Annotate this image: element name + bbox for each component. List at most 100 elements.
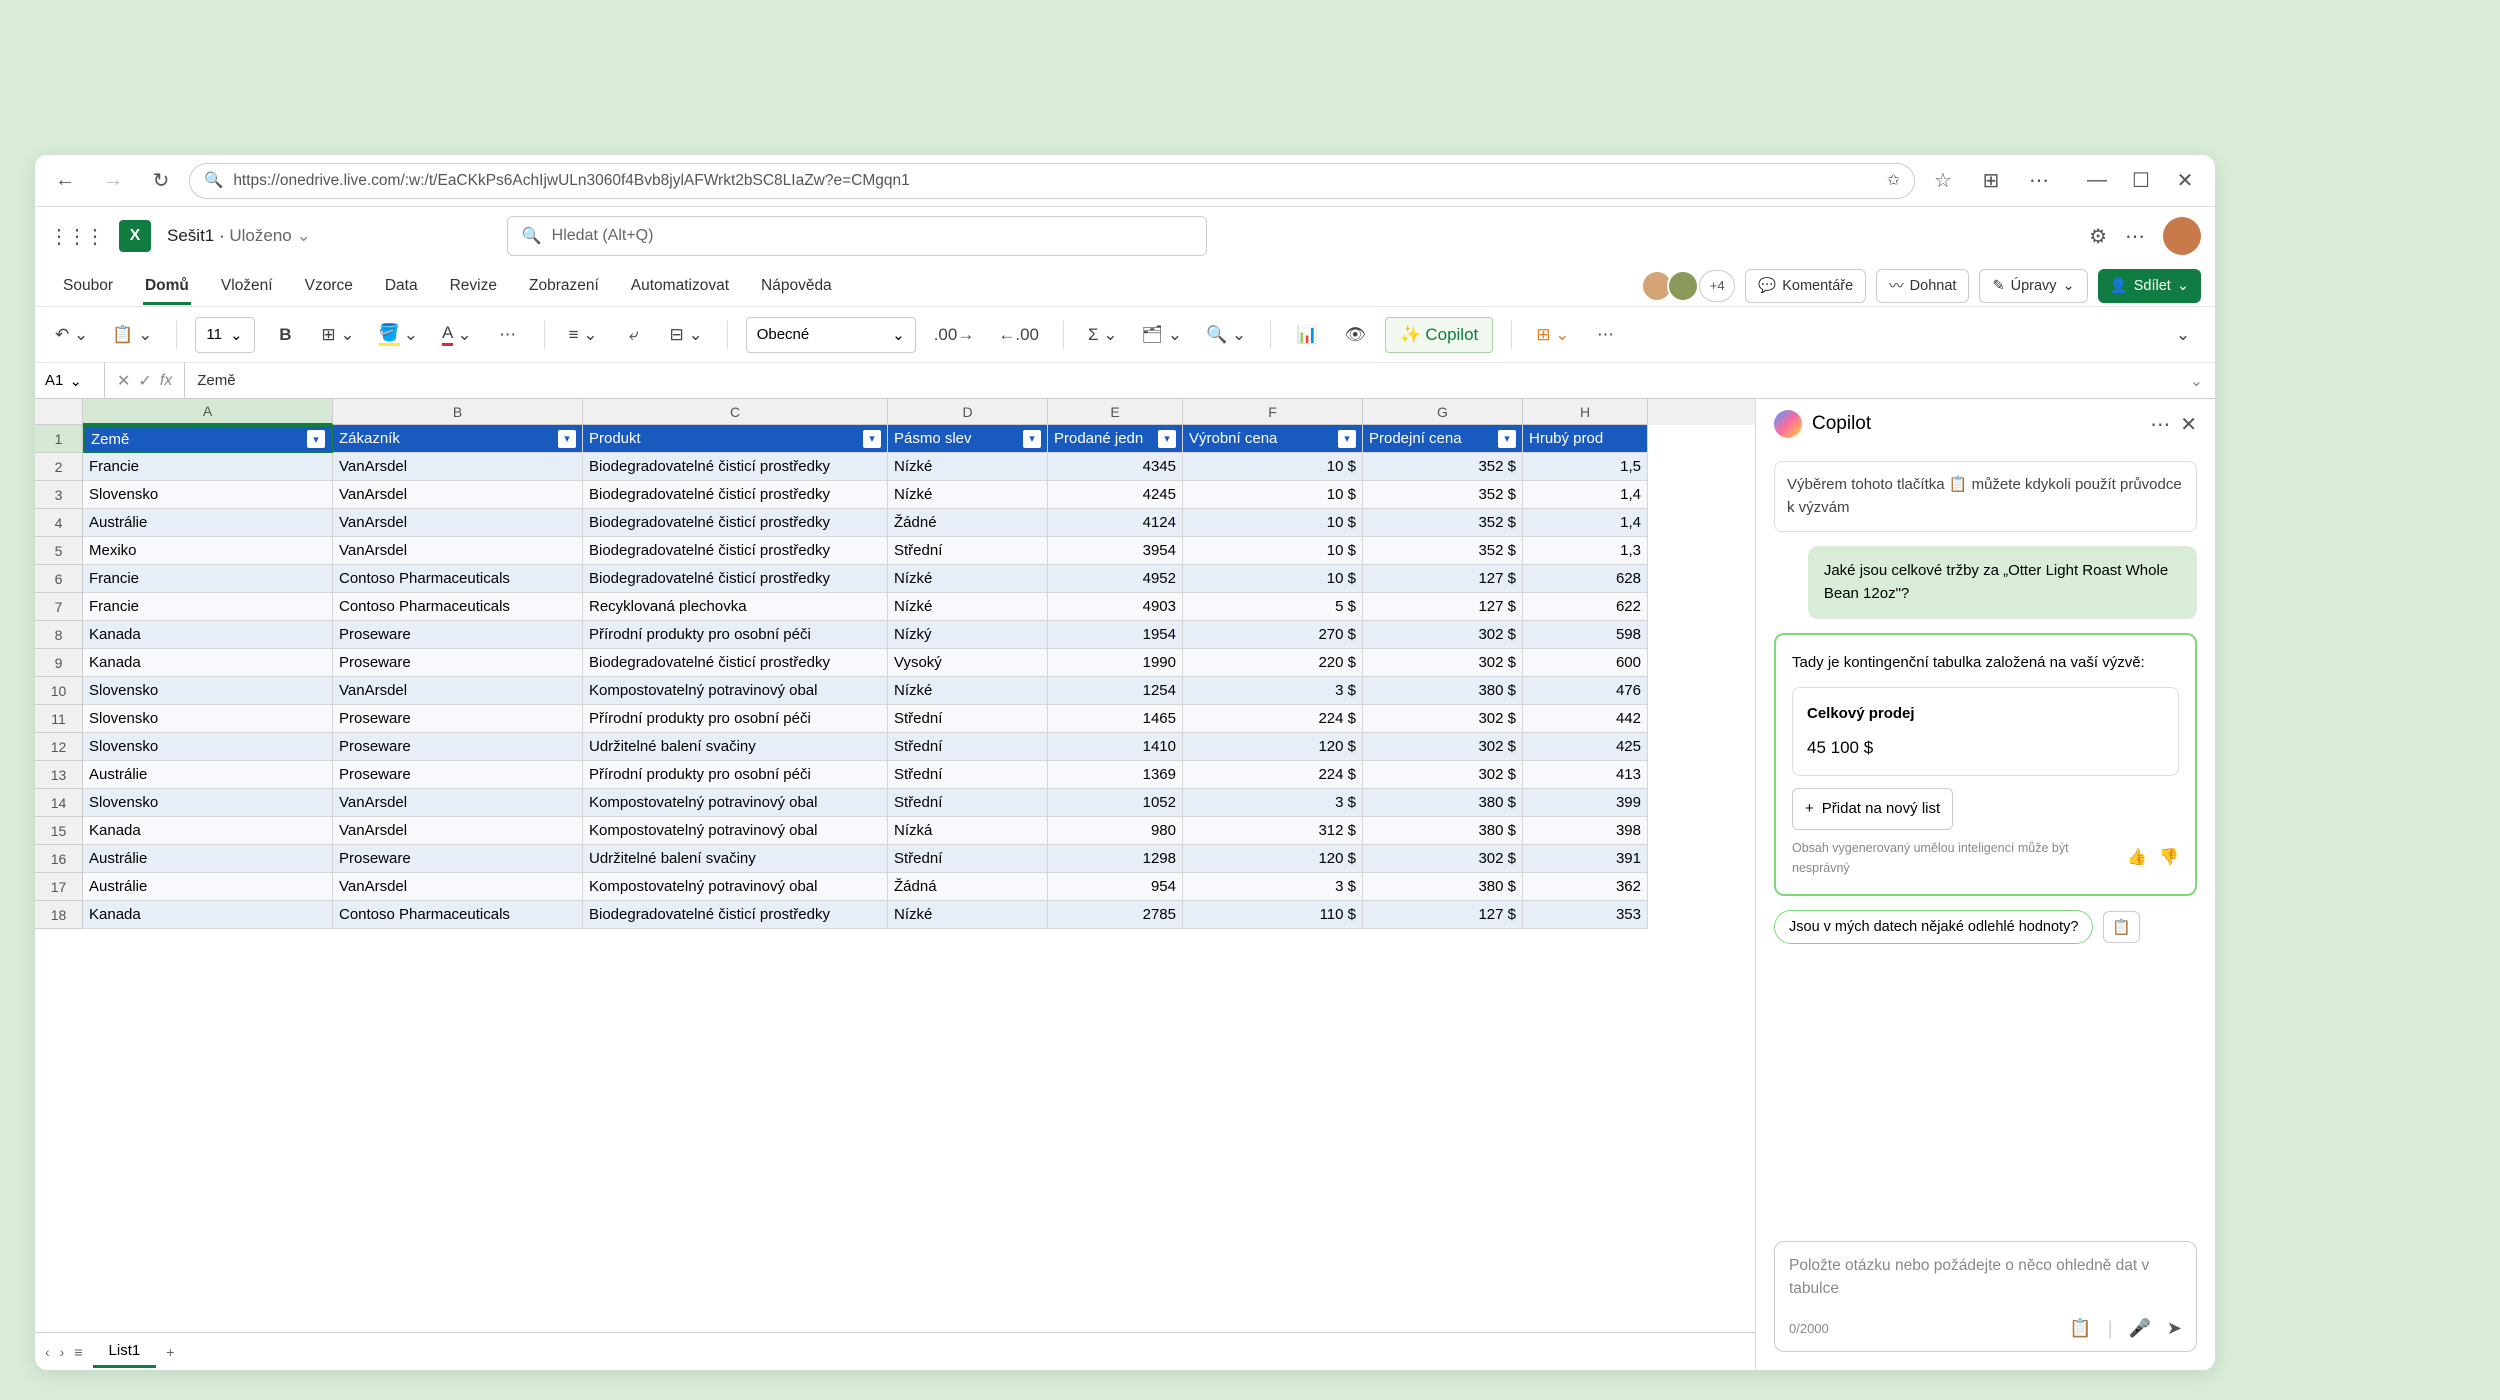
cell[interactable]: VanArsdel xyxy=(333,509,583,537)
borders-button[interactable]: ⊞ ⌄ xyxy=(315,317,360,353)
cell[interactable]: Contoso Pharmaceuticals xyxy=(333,565,583,593)
cell[interactable]: 270 $ xyxy=(1183,621,1363,649)
header-cell[interactable]: Prodané jedn▾ xyxy=(1048,425,1183,453)
cell[interactable]: Nízké xyxy=(888,901,1048,929)
cell[interactable]: VanArsdel xyxy=(333,677,583,705)
cell[interactable]: Slovensko xyxy=(83,789,333,817)
cell[interactable]: Austrálie xyxy=(83,845,333,873)
forward-button[interactable]: → xyxy=(93,161,133,201)
cell[interactable]: Nízké xyxy=(888,565,1048,593)
cell[interactable]: Kanada xyxy=(83,621,333,649)
cell[interactable]: 1954 xyxy=(1048,621,1183,649)
cell[interactable]: 127 $ xyxy=(1363,593,1523,621)
cell[interactable]: 10 $ xyxy=(1183,565,1363,593)
filter-icon[interactable]: ▾ xyxy=(863,430,881,448)
cell[interactable]: 442 xyxy=(1523,705,1648,733)
cell[interactable]: VanArsdel xyxy=(333,453,583,481)
favorites-icon[interactable]: ☆ xyxy=(1923,161,1963,201)
cell[interactable]: 1990 xyxy=(1048,649,1183,677)
undo-button[interactable]: ↶ ⌄ xyxy=(49,317,94,353)
filter-icon[interactable]: ▾ xyxy=(1023,430,1041,448)
sheet-tab[interactable]: List1 xyxy=(93,1336,157,1368)
cell[interactable]: 302 $ xyxy=(1363,705,1523,733)
next-sheet-button[interactable]: › xyxy=(60,1344,65,1360)
row-header[interactable]: 9 xyxy=(35,649,83,677)
add-to-sheet-button[interactable]: + Přidat na nový list xyxy=(1792,788,1953,830)
cell[interactable]: Kompostovatelný potravinový obal xyxy=(583,817,888,845)
presence-avatar[interactable] xyxy=(1667,270,1699,302)
number-format-select[interactable]: Obecné⌄ xyxy=(746,317,916,353)
formula-input[interactable]: Země xyxy=(185,372,2177,389)
cell[interactable]: 312 $ xyxy=(1183,817,1363,845)
row-header[interactable]: 11 xyxy=(35,705,83,733)
cell[interactable]: Recyklovaná plechovka xyxy=(583,593,888,621)
cell[interactable]: Žádné xyxy=(888,509,1048,537)
header-cell[interactable]: Prodejní cena▾ xyxy=(1363,425,1523,453)
cell[interactable]: Contoso Pharmaceuticals xyxy=(333,593,583,621)
cell[interactable]: 302 $ xyxy=(1363,733,1523,761)
expand-formula-icon[interactable]: ⌄ xyxy=(2178,371,2215,391)
col-header-a[interactable]: A xyxy=(83,399,333,425)
sort-filter-button[interactable]: 🗂 ⌄ xyxy=(1135,317,1188,353)
copilot-more-icon[interactable]: ⋯ xyxy=(2150,412,2170,437)
cell[interactable]: 3 $ xyxy=(1183,873,1363,901)
cell[interactable]: 10 $ xyxy=(1183,537,1363,565)
cell[interactable]: 4124 xyxy=(1048,509,1183,537)
share-button[interactable]: 👤 Sdílet ⌄ xyxy=(2098,269,2201,303)
cell[interactable]: 352 $ xyxy=(1363,453,1523,481)
settings-icon[interactable]: ⚙ xyxy=(2089,224,2107,249)
cell[interactable]: 1465 xyxy=(1048,705,1183,733)
tab-data[interactable]: Data xyxy=(371,269,432,303)
cell[interactable]: 302 $ xyxy=(1363,621,1523,649)
cell[interactable]: 380 $ xyxy=(1363,789,1523,817)
tab-file[interactable]: Soubor xyxy=(49,269,127,303)
add-sheet-button[interactable]: + xyxy=(166,1344,174,1360)
cell[interactable]: Kanada xyxy=(83,649,333,677)
increase-decimal-button[interactable]: .00→ xyxy=(928,317,981,353)
cell[interactable]: Nízké xyxy=(888,453,1048,481)
collapse-ribbon-button[interactable]: ⌄ xyxy=(2165,317,2201,353)
cell[interactable]: Proseware xyxy=(333,649,583,677)
all-sheets-button[interactable]: ≡ xyxy=(74,1344,82,1360)
cell[interactable]: 4903 xyxy=(1048,593,1183,621)
cell[interactable]: 1369 xyxy=(1048,761,1183,789)
presence-indicators[interactable]: +4 xyxy=(1647,270,1735,302)
cell[interactable]: Biodegradovatelné čisticí prostředky xyxy=(583,509,888,537)
filter-icon[interactable]: ▾ xyxy=(1338,430,1356,448)
cell[interactable]: Žádná xyxy=(888,873,1048,901)
cell[interactable]: 302 $ xyxy=(1363,845,1523,873)
copilot-input[interactable]: Položte otázku nebo požádejte o něco ohl… xyxy=(1774,1241,2197,1352)
cell[interactable]: 2785 xyxy=(1048,901,1183,929)
col-header-c[interactable]: C xyxy=(583,399,888,425)
cell[interactable]: Slovensko xyxy=(83,705,333,733)
prev-sheet-button[interactable]: ‹ xyxy=(45,1344,50,1360)
col-header-d[interactable]: D xyxy=(888,399,1048,425)
cell[interactable]: Přírodní produkty pro osobní péči xyxy=(583,761,888,789)
cell[interactable]: Udržitelné balení svačiny xyxy=(583,733,888,761)
filter-icon[interactable]: ▾ xyxy=(1498,430,1516,448)
cell[interactable]: 353 xyxy=(1523,901,1648,929)
cell[interactable]: Slovensko xyxy=(83,677,333,705)
cell[interactable]: 380 $ xyxy=(1363,873,1523,901)
font-color-button[interactable]: A ⌄ xyxy=(436,317,478,353)
cell[interactable]: VanArsdel xyxy=(333,481,583,509)
thumbs-down-icon[interactable]: 👎 xyxy=(2159,845,2179,871)
autosum-button[interactable]: Σ ⌄ xyxy=(1082,317,1123,353)
user-avatar[interactable] xyxy=(2163,217,2201,255)
cell[interactable]: 352 $ xyxy=(1363,481,1523,509)
cell[interactable]: Proseware xyxy=(333,761,583,789)
cell[interactable]: 398 xyxy=(1523,817,1648,845)
favorite-icon[interactable]: ✩ xyxy=(1887,171,1900,190)
cell[interactable]: 10 $ xyxy=(1183,481,1363,509)
cell[interactable]: 1410 xyxy=(1048,733,1183,761)
cell[interactable]: Austrálie xyxy=(83,873,333,901)
cell[interactable]: 127 $ xyxy=(1363,901,1523,929)
cell[interactable]: 399 xyxy=(1523,789,1648,817)
cell[interactable]: Francie xyxy=(83,593,333,621)
cell[interactable]: 954 xyxy=(1048,873,1183,901)
cancel-formula-icon[interactable]: ✕ xyxy=(117,371,130,391)
name-box[interactable]: A1 ⌄ xyxy=(35,363,105,398)
cell[interactable]: Střední xyxy=(888,789,1048,817)
close-button[interactable]: ✕ xyxy=(2165,161,2205,201)
header-cell[interactable]: Produkt▾ xyxy=(583,425,888,453)
